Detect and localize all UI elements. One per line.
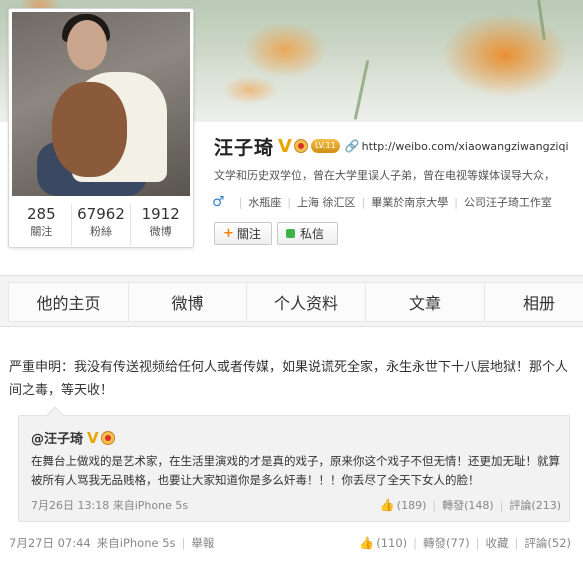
- repost-time[interactable]: 7月26日 13:18: [31, 499, 109, 512]
- repost-repost-link[interactable]: 轉發(148): [442, 497, 494, 513]
- post-like-count[interactable]: (110): [376, 536, 407, 550]
- repost-text: 在舞台上做戏的是艺术家，在生活里演戏的才是真的戏子，原来你这个戏子不但无情！还更…: [31, 454, 560, 487]
- verified-icon: V: [87, 428, 99, 447]
- stat-number: 1912: [141, 205, 180, 223]
- info-school[interactable]: 畢業於南京大學: [371, 194, 448, 210]
- medal-icon[interactable]: [293, 139, 308, 153]
- message-icon: [286, 229, 295, 238]
- profile-tabs: 他的主页 微博 个人资料 文章 相册: [0, 275, 583, 327]
- stat-following[interactable]: 285 關注: [12, 204, 72, 246]
- divider: |: [499, 498, 504, 512]
- stat-number: 285: [27, 205, 56, 223]
- repost-actions: 👍 (189) | 轉發(148) | 評論(213): [380, 497, 561, 513]
- repost-meta: 7月26日 13:18 来自iPhone 5s: [31, 497, 188, 513]
- medal-icon[interactable]: [100, 430, 115, 445]
- profile-name-row: 汪子琦 V LV.11 🔗 http://weibo.com/xiaowangz…: [214, 133, 569, 159]
- info-company[interactable]: 公司汪子琦工作室: [464, 194, 552, 210]
- divider: |: [432, 498, 437, 512]
- stat-label: 微博: [149, 225, 172, 238]
- report-link[interactable]: 舉報: [191, 535, 214, 551]
- divider: |: [238, 195, 243, 209]
- avatar[interactable]: [12, 12, 190, 196]
- verified-icon: V: [278, 135, 292, 157]
- divider: |: [454, 195, 458, 209]
- info-location[interactable]: 上海 徐汇区: [297, 194, 356, 210]
- repost-comment-link[interactable]: 評論(213): [509, 497, 561, 513]
- profile-info: ♂ | 水瓶座 | 上海 徐汇区 | 畢業於南京大學 | 公司汪子琦工作室: [212, 194, 583, 210]
- post-actions: 👍 (110) | 轉發(77) | 收藏 | 評論(52): [359, 535, 571, 551]
- divider: |: [181, 536, 186, 550]
- divider: |: [413, 536, 418, 550]
- post-repost-link[interactable]: 轉發(77): [423, 535, 470, 551]
- post-text: 严重申明：我没有传送视频给任何人或者传媒，如果说谎死全家，永生永世下十八层地狱！…: [9, 360, 569, 398]
- post-comment-link[interactable]: 評論(52): [524, 535, 571, 551]
- level-badge[interactable]: LV.11: [310, 139, 340, 153]
- profile-card: 285 關注 67962 粉絲 1912 微博: [8, 8, 194, 248]
- tab-home[interactable]: 他的主页: [8, 282, 129, 322]
- message-button[interactable]: 私信: [277, 222, 338, 245]
- male-icon: ♂: [212, 194, 225, 210]
- tab-profile-info[interactable]: 个人资料: [246, 282, 366, 322]
- divider: |: [287, 195, 291, 209]
- repost-author-row: @汪子琦 V: [31, 428, 115, 447]
- stat-followers[interactable]: 67962 粉絲: [72, 204, 132, 246]
- tab-weibo[interactable]: 微博: [128, 282, 247, 322]
- like-icon[interactable]: 👍: [359, 536, 374, 550]
- user-name: 汪子琦: [214, 136, 275, 159]
- post-favorite-link[interactable]: 收藏: [486, 535, 509, 551]
- info-zodiac: 水瓶座: [248, 196, 282, 209]
- tab-albums[interactable]: 相册: [484, 282, 583, 322]
- plus-icon: +: [223, 226, 234, 241]
- stat-number: 67962: [77, 205, 125, 223]
- repost-source: 来自iPhone 5s: [112, 499, 189, 512]
- post-time[interactable]: 7月27日 07:44: [9, 535, 91, 551]
- divider: |: [361, 195, 366, 209]
- post-meta: 7月27日 07:44 来自iPhone 5s | 舉報: [9, 535, 214, 551]
- link-icon: 🔗: [344, 139, 360, 153]
- like-icon[interactable]: 👍: [380, 498, 395, 512]
- divider: |: [514, 536, 519, 550]
- tab-articles[interactable]: 文章: [365, 282, 485, 322]
- repost-author[interactable]: @汪子琦: [31, 428, 83, 447]
- post-source: 来自iPhone 5s: [96, 536, 176, 550]
- divider: |: [475, 536, 480, 550]
- repost-like-count[interactable]: (189): [397, 499, 427, 512]
- profile-url[interactable]: http://weibo.com/xiaowangziwangziqi: [362, 140, 569, 153]
- reposted-content: @汪子琦 V 在舞台上做戏的是艺术家，在生活里演戏的才是真的戏子，原来你这个戏子…: [18, 406, 570, 522]
- stat-posts[interactable]: 1912 微博: [131, 204, 190, 246]
- follow-button[interactable]: + 關注: [214, 222, 272, 245]
- follow-label: 關注: [236, 227, 261, 241]
- profile-stats: 285 關注 67962 粉絲 1912 微博: [12, 204, 190, 246]
- repost-pointer: [46, 406, 64, 424]
- stat-label: 關注: [30, 225, 53, 238]
- stat-label: 粉絲: [90, 225, 112, 238]
- message-label: 私信: [300, 227, 325, 241]
- profile-bio: 文学和历史双学位，曾在大学里误人子弟，曾在电视等媒体误导大众，: [214, 169, 555, 182]
